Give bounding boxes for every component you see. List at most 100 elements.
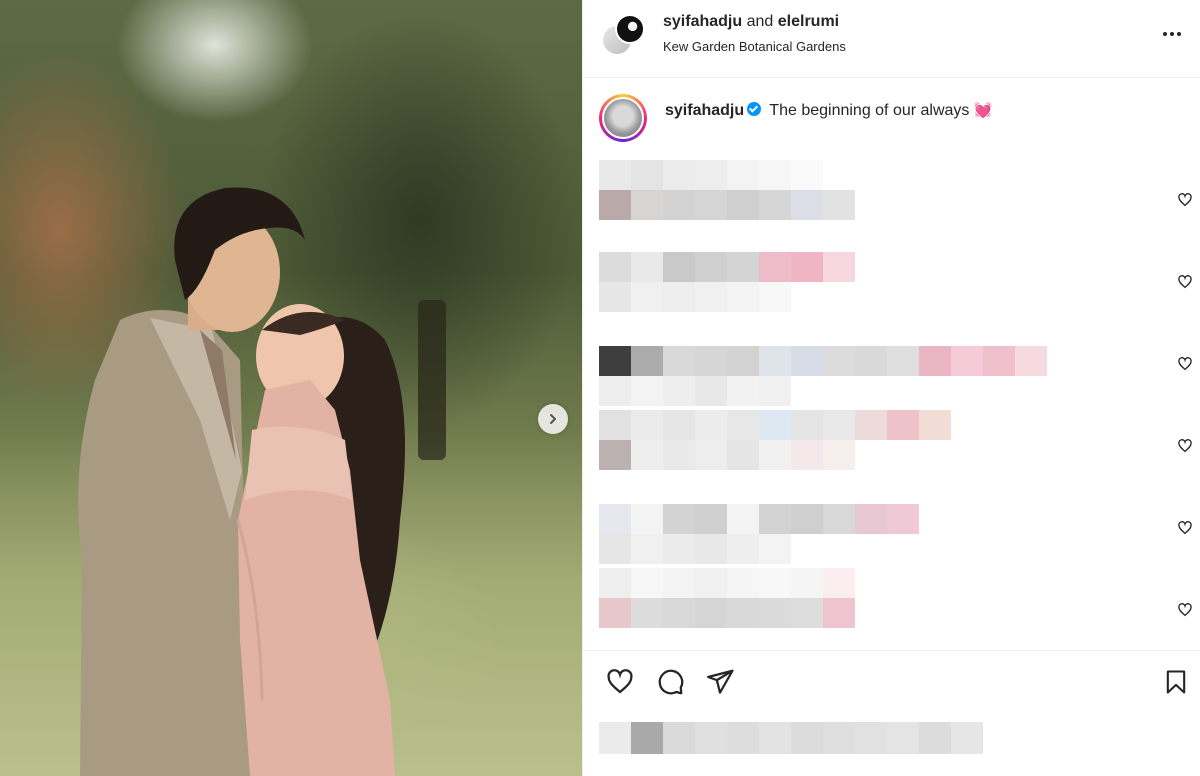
comment-bubble-icon (658, 669, 684, 695)
pixel-block (695, 410, 727, 440)
collaborator-link[interactable]: elelrumi (778, 13, 839, 30)
blurred-comment (599, 190, 855, 220)
pixel-block (727, 568, 759, 598)
pixel-block (663, 722, 695, 754)
pixel-block (695, 534, 727, 564)
pixel-block (759, 504, 791, 534)
pixel-block (599, 160, 631, 190)
pixel-block (663, 598, 695, 628)
pixel-block (663, 160, 695, 190)
comment-button[interactable] (655, 667, 685, 697)
pixel-block (791, 346, 823, 376)
like-button[interactable] (605, 667, 635, 697)
pixel-block (855, 346, 887, 376)
pixel-block (727, 282, 759, 312)
pixel-block (791, 722, 823, 754)
heart-icon[interactable] (1177, 438, 1193, 454)
caption-text-row: syifahadju The beginning of our always 💓 (665, 101, 993, 120)
blurred-comment (599, 346, 1047, 376)
pixel-block (727, 722, 759, 754)
pixel-block (631, 598, 663, 628)
pixel-block (599, 598, 631, 628)
list-item (599, 568, 1199, 650)
pixel-block (919, 722, 951, 754)
pixel-block (759, 440, 791, 470)
pixel-block (599, 534, 631, 564)
more-options-icon[interactable] (1157, 22, 1187, 46)
pixel-block (823, 410, 855, 440)
blurred-comment (599, 410, 951, 440)
pixel-block (663, 252, 695, 282)
pixel-block (759, 410, 791, 440)
list-item (599, 252, 1199, 334)
pixel-block (727, 410, 759, 440)
pixel-block (695, 504, 727, 534)
caption-emoji: 💓 (973, 102, 993, 119)
pixel-block (791, 568, 823, 598)
pixel-block (631, 504, 663, 534)
blurred-comment (599, 160, 823, 190)
blurred-comment (599, 568, 855, 598)
save-button[interactable] (1161, 667, 1191, 697)
pixel-block (823, 190, 855, 220)
pixel-block (759, 190, 791, 220)
pixel-block (663, 568, 695, 598)
blurred-likes (599, 722, 983, 754)
pixel-block (759, 598, 791, 628)
caption-username[interactable]: syifahadju (665, 102, 744, 119)
pixel-block (791, 598, 823, 628)
collab-avatars[interactable] (601, 14, 647, 58)
pixel-block (919, 410, 951, 440)
pixel-block (919, 346, 951, 376)
pixel-block (631, 568, 663, 598)
pixel-block (823, 346, 855, 376)
pixel-block (759, 252, 791, 282)
share-button[interactable] (705, 667, 735, 697)
next-photo-button[interactable] (538, 404, 568, 434)
pixel-block (695, 282, 727, 312)
pixel-block (599, 346, 631, 376)
pixel-block (695, 190, 727, 220)
pixel-block (727, 252, 759, 282)
author-link[interactable]: syifahadju (663, 13, 742, 30)
pixel-block (727, 440, 759, 470)
pixel-block (823, 504, 855, 534)
list-item (599, 160, 1199, 242)
location-link[interactable]: Kew Garden Botanical Gardens (663, 39, 846, 54)
pixel-block (887, 410, 919, 440)
post-photo[interactable] (0, 0, 582, 776)
heart-icon[interactable] (1177, 274, 1193, 290)
pixel-block (727, 376, 759, 406)
pixel-block (727, 190, 759, 220)
pixel-block (695, 568, 727, 598)
blurred-comment (599, 252, 855, 282)
pixel-block (631, 440, 663, 470)
pixel-block (855, 410, 887, 440)
pixel-block (663, 410, 695, 440)
pixel-block (663, 376, 695, 406)
pixel-block (663, 534, 695, 564)
pixel-block (663, 504, 695, 534)
blurred-comment (599, 282, 791, 312)
pixel-block (631, 190, 663, 220)
pixel-block (599, 504, 631, 534)
pixel-block (791, 190, 823, 220)
pixel-block (631, 252, 663, 282)
verified-badge-icon (747, 102, 762, 116)
heart-icon[interactable] (1177, 356, 1193, 372)
heart-icon[interactable] (1177, 602, 1193, 618)
pixel-block (599, 568, 631, 598)
chevron-right-icon (550, 414, 556, 424)
pixel-block (727, 504, 759, 534)
pixel-block (599, 282, 631, 312)
pixel-block (759, 568, 791, 598)
heart-icon[interactable] (1177, 520, 1193, 536)
heart-icon[interactable] (1177, 192, 1193, 208)
pixel-block (887, 346, 919, 376)
pixel-block (823, 598, 855, 628)
pixel-block (823, 440, 855, 470)
avatar[interactable] (615, 14, 645, 44)
comments-list (599, 120, 1199, 640)
pixel-block (855, 504, 887, 534)
post-sidebar: syifahadju and elelrumi Kew Garden Botan… (582, 0, 1200, 776)
